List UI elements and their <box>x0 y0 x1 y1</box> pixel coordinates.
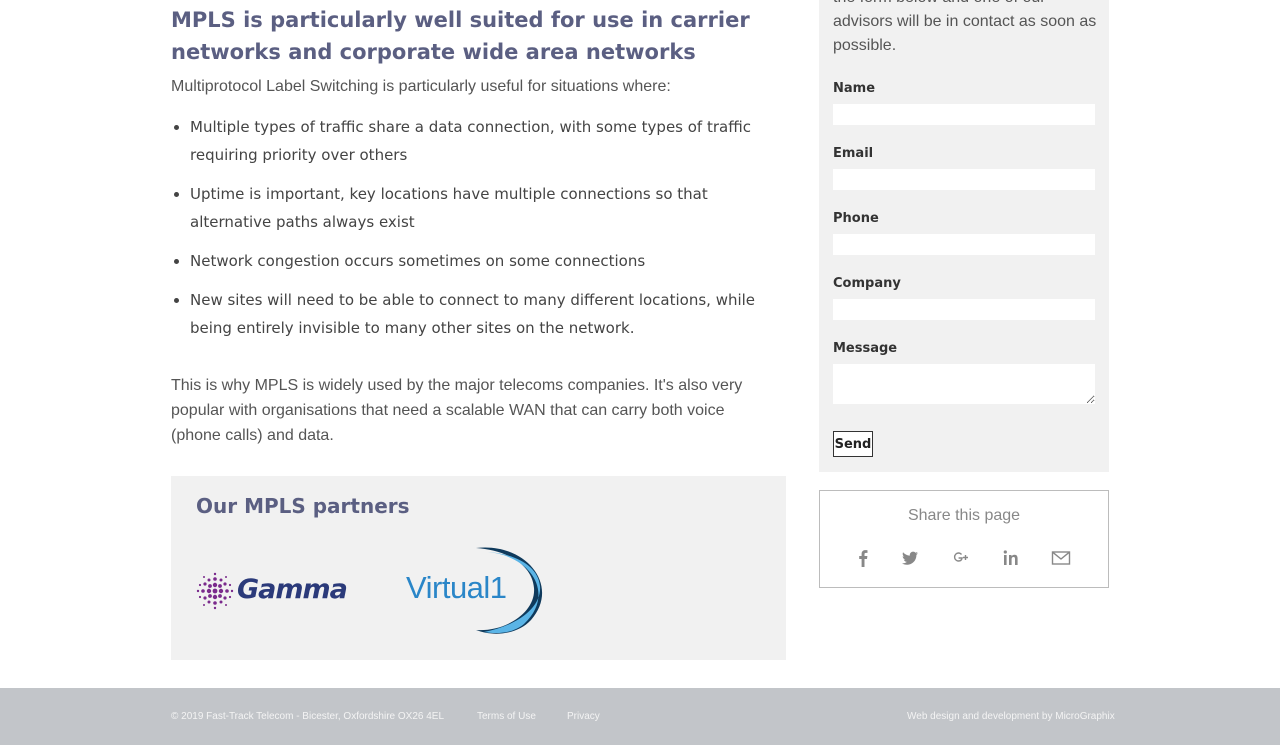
phone-label: Phone <box>833 211 879 226</box>
facebook-icon[interactable] <box>852 547 874 569</box>
virtual1-logo[interactable]: Virtual1 <box>406 546 551 634</box>
page-footer: © 2019 Fast-Track Telecom - Bicester, Ox… <box>0 688 1280 745</box>
share-panel: Share this page <box>819 490 1109 588</box>
gamma-logo-text: Gamma <box>237 574 348 605</box>
contact-form: the form below and one of our advisors w… <box>819 0 1109 472</box>
form-intro: the form below and one of our advisors w… <box>833 0 1097 54</box>
footer-terms-link[interactable]: Terms of Use <box>477 711 536 722</box>
twitter-icon[interactable] <box>899 547 921 569</box>
email-icon[interactable] <box>1050 547 1072 569</box>
partners-title: Our MPLS partners <box>196 494 410 518</box>
email-label: Email <box>833 146 874 161</box>
footer-copyright: © 2019 Fast-Track Telecom - Bicester, Ox… <box>171 711 445 722</box>
name-field[interactable] <box>833 104 1095 125</box>
name-label: Name <box>833 81 876 96</box>
gamma-dots-icon <box>196 572 234 610</box>
phone-field[interactable] <box>833 234 1095 255</box>
virtual1-logo-text: Virtual1 <box>406 570 507 605</box>
send-button[interactable]: Send <box>833 431 873 457</box>
list-item: Uptime is important, key locations have … <box>190 180 790 236</box>
list-item: Network congestion occurs sometimes on s… <box>190 247 790 275</box>
email-field[interactable] <box>833 169 1095 190</box>
article-paragraph: This is why MPLS is widely used by the m… <box>171 377 743 444</box>
company-label: Company <box>833 276 901 291</box>
message-field[interactable] <box>833 364 1095 404</box>
footer-credit-link[interactable]: Web design and development by MicroGraph… <box>907 711 1115 722</box>
list-item: New sites will need to be able to connec… <box>190 286 790 342</box>
partners-panel: Our MPLS partners Gamma Virtual1 <box>171 476 786 660</box>
message-label: Message <box>833 341 898 356</box>
article-heading: MPLS is particularly well suited for use… <box>171 8 750 64</box>
company-field[interactable] <box>833 299 1095 320</box>
situations-list: Multiple types of traffic share a data c… <box>171 113 790 353</box>
footer-privacy-link[interactable]: Privacy <box>567 711 600 722</box>
linkedin-icon[interactable] <box>1000 547 1022 569</box>
google-plus-icon[interactable] <box>949 547 971 569</box>
gamma-logo[interactable]: Gamma <box>195 570 348 612</box>
list-item: Multiple types of traffic share a data c… <box>190 113 790 169</box>
article-intro: Multiprotocol Label Switching is particu… <box>171 78 671 95</box>
share-title: Share this page <box>907 507 1021 524</box>
